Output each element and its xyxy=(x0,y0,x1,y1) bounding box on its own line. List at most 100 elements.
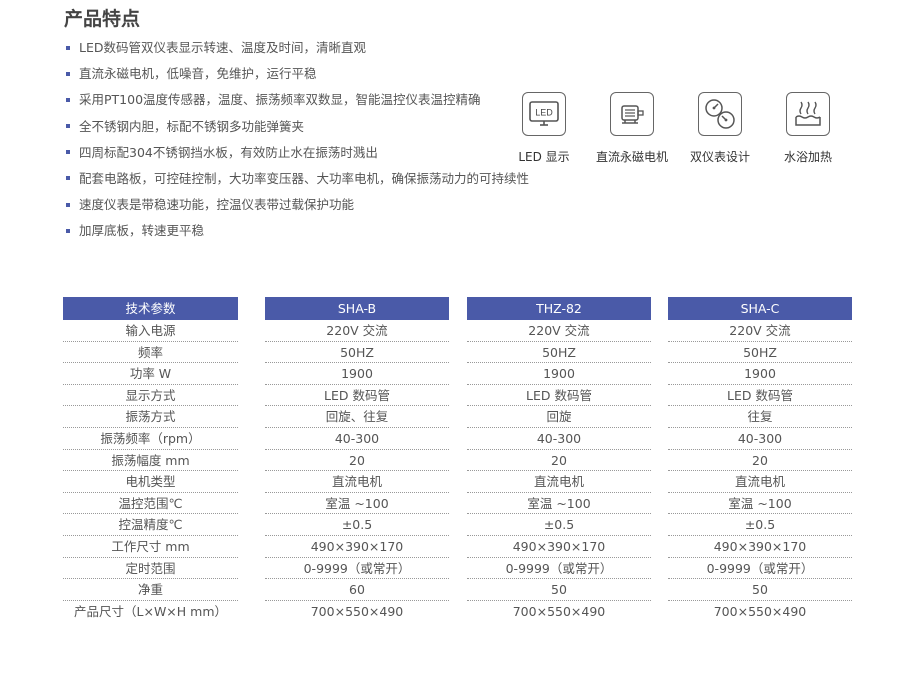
table-cell: 1900 xyxy=(265,363,449,385)
table-cell: LED 数码管 xyxy=(265,385,449,407)
table-cell: ±0.5 xyxy=(467,514,651,536)
icon-label: 双仪表设计 xyxy=(689,150,750,164)
feature-text: 配套电路板，可控硅控制，大功率变压器、大功率电机，确保振荡动力的可持续性 xyxy=(79,170,530,186)
table-cell: 温控范围℃ xyxy=(63,493,238,515)
table-cell: 40-300 xyxy=(668,428,852,450)
feature-item: 直流永磁电机，低噪音，免维护，运行平稳 xyxy=(66,64,529,90)
feature-text: 直流永磁电机，低噪音，免维护，运行平稳 xyxy=(79,66,317,82)
table-cell: 功率 W xyxy=(63,363,238,385)
icon-label: LED 显示 xyxy=(518,150,570,164)
table-cell: 直流电机 xyxy=(265,471,449,493)
feature-text: 采用PT100温度传感器，温度、振荡频率双数显，智能温控仪表温控精确 xyxy=(79,92,481,108)
table-cell: 直流电机 xyxy=(467,471,651,493)
table-cell: 定时范围 xyxy=(63,558,238,580)
table-cell: 0-9999（或常开） xyxy=(265,558,449,580)
table-cell: 室温 ~100 xyxy=(265,493,449,515)
feature-text: 速度仪表是带稳速功能，控温仪表带过载保护功能 xyxy=(79,197,355,213)
feature-item: LED数码管双仪表显示转速、温度及时间，清晰直观 xyxy=(66,38,529,64)
table-cell: 直流电机 xyxy=(668,471,852,493)
icon-label: 水浴加热 xyxy=(783,150,832,164)
table-header: 技术参数 xyxy=(63,297,238,320)
table-cell: 振荡频率（rpm） xyxy=(63,428,238,450)
feature-text: 加厚底板，转速更平稳 xyxy=(79,223,205,239)
bullet-icon xyxy=(66,71,70,76)
bullet-icon xyxy=(66,97,70,102)
table-cell: 20 xyxy=(467,450,651,472)
table-cell: 频率 xyxy=(63,342,238,364)
table-cell: 700×550×490 xyxy=(310,603,404,619)
table-cell: 显示方式 xyxy=(63,385,238,407)
table-cell: 1900 xyxy=(668,363,852,385)
table-cell: 室温 ~100 xyxy=(668,493,852,515)
table-cell: 60 xyxy=(265,579,449,601)
feature-item: 加厚底板，转速更平稳 xyxy=(66,221,529,247)
led-icon-text: LED xyxy=(535,108,553,118)
feature-item: 采用PT100温度传感器，温度、振荡频率双数显，智能温控仪表温控精确 xyxy=(66,90,529,116)
feature-icons: LED LED 显示 直流永磁电机 双仪表设计 水浴加热 xyxy=(510,92,850,172)
table-cell: ±0.5 xyxy=(265,514,449,536)
table-cell: 50HZ xyxy=(265,342,449,364)
icon-item-water-bath: 水浴加热 xyxy=(765,92,851,165)
table-cell: 40-300 xyxy=(265,428,449,450)
led-display-icon: LED xyxy=(522,92,566,136)
table-cell: 回旋、往复 xyxy=(265,406,449,428)
bullet-icon xyxy=(66,150,70,155)
table-cell: 220V 交流 xyxy=(265,320,449,342)
table-cell: 振荡方式 xyxy=(63,406,238,428)
table-cell: 50HZ xyxy=(467,342,651,364)
feature-item: 速度仪表是带稳速功能，控温仪表带过载保护功能 xyxy=(66,195,529,221)
icon-item-led: LED LED 显示 xyxy=(501,92,587,165)
feature-text: 四周标配304不锈钢挡水板，有效防止水在振荡时溅出 xyxy=(79,144,378,160)
icon-item-dual-gauge: 双仪表设计 xyxy=(677,92,763,165)
bullet-icon xyxy=(66,228,70,233)
bullet-icon xyxy=(66,176,70,181)
table-cell: ±0.5 xyxy=(668,514,852,536)
section-title: 产品特点 xyxy=(64,8,141,30)
table-column-sha-b: SHA-B 220V 交流 50HZ 1900 LED 数码管 回旋、往复 40… xyxy=(265,297,449,622)
bullet-icon xyxy=(66,202,70,207)
table-cell: 振荡幅度 mm xyxy=(63,450,238,472)
table-cell: 1900 xyxy=(467,363,651,385)
table-header: THZ-82 xyxy=(467,297,651,320)
table-cell: 490×390×170 xyxy=(467,536,651,558)
feature-list: LED数码管双仪表显示转速、温度及时间，清晰直观 直流永磁电机，低噪音，免维护，… xyxy=(66,38,529,248)
feature-text: LED数码管双仪表显示转速、温度及时间，清晰直观 xyxy=(79,40,366,55)
table-cell: 220V 交流 xyxy=(668,320,852,342)
table-cell: 40-300 xyxy=(467,428,651,450)
table-cell: 0-9999（或常开） xyxy=(668,558,852,580)
motor-icon xyxy=(610,92,654,136)
table-column-params: 技术参数 输入电源 频率 功率 W 显示方式 振荡方式 振荡频率（rpm） 振荡… xyxy=(63,297,238,622)
feature-item: 全不锈钢内胆，标配不锈钢多功能弹簧夹 xyxy=(66,117,529,143)
dual-gauge-icon xyxy=(698,92,742,136)
table-cell: 控温精度℃ xyxy=(63,514,238,536)
table-cell: 0-9999（或常开） xyxy=(467,558,651,580)
table-column-sha-c: SHA-C 220V 交流 50HZ 1900 LED 数码管 往复 40-30… xyxy=(668,297,852,622)
table-cell: 回旋 xyxy=(467,406,651,428)
bullet-icon xyxy=(66,45,70,50)
table-header: SHA-C xyxy=(668,297,852,320)
feature-text: 全不锈钢内胆，标配不锈钢多功能弹簧夹 xyxy=(79,118,305,134)
table-column-thz-82: THZ-82 220V 交流 50HZ 1900 LED 数码管 回旋 40-3… xyxy=(467,297,651,622)
water-bath-icon xyxy=(786,92,830,136)
table-cell: 电机类型 xyxy=(63,471,238,493)
table-cell: 往复 xyxy=(668,406,852,428)
table-cell: 50 xyxy=(668,579,852,601)
table-cell: 50 xyxy=(467,579,651,601)
table-cell: 室温 ~100 xyxy=(467,493,651,515)
table-cell: 490×390×170 xyxy=(668,536,852,558)
table-cell: 20 xyxy=(265,450,449,472)
table-cell: 220V 交流 xyxy=(467,320,651,342)
bullet-icon xyxy=(66,124,70,129)
table-cell: LED 数码管 xyxy=(668,385,852,407)
icon-label: 直流永磁电机 xyxy=(595,150,668,164)
table-header: SHA-B xyxy=(265,297,449,320)
feature-item: 配套电路板，可控硅控制，大功率变压器、大功率电机，确保振荡动力的可持续性 xyxy=(66,169,529,195)
table-cell: LED 数码管 xyxy=(467,385,651,407)
table-cell: 50HZ xyxy=(668,342,852,364)
table-cell: 产品尺寸（L×W×H mm） xyxy=(74,603,227,619)
table-cell: 700×550×490 xyxy=(512,603,606,619)
table-cell: 20 xyxy=(668,450,852,472)
feature-item: 四周标配304不锈钢挡水板，有效防止水在振荡时溅出 xyxy=(66,143,529,169)
table-cell: 700×550×490 xyxy=(713,603,807,619)
table-cell: 490×390×170 xyxy=(265,536,449,558)
